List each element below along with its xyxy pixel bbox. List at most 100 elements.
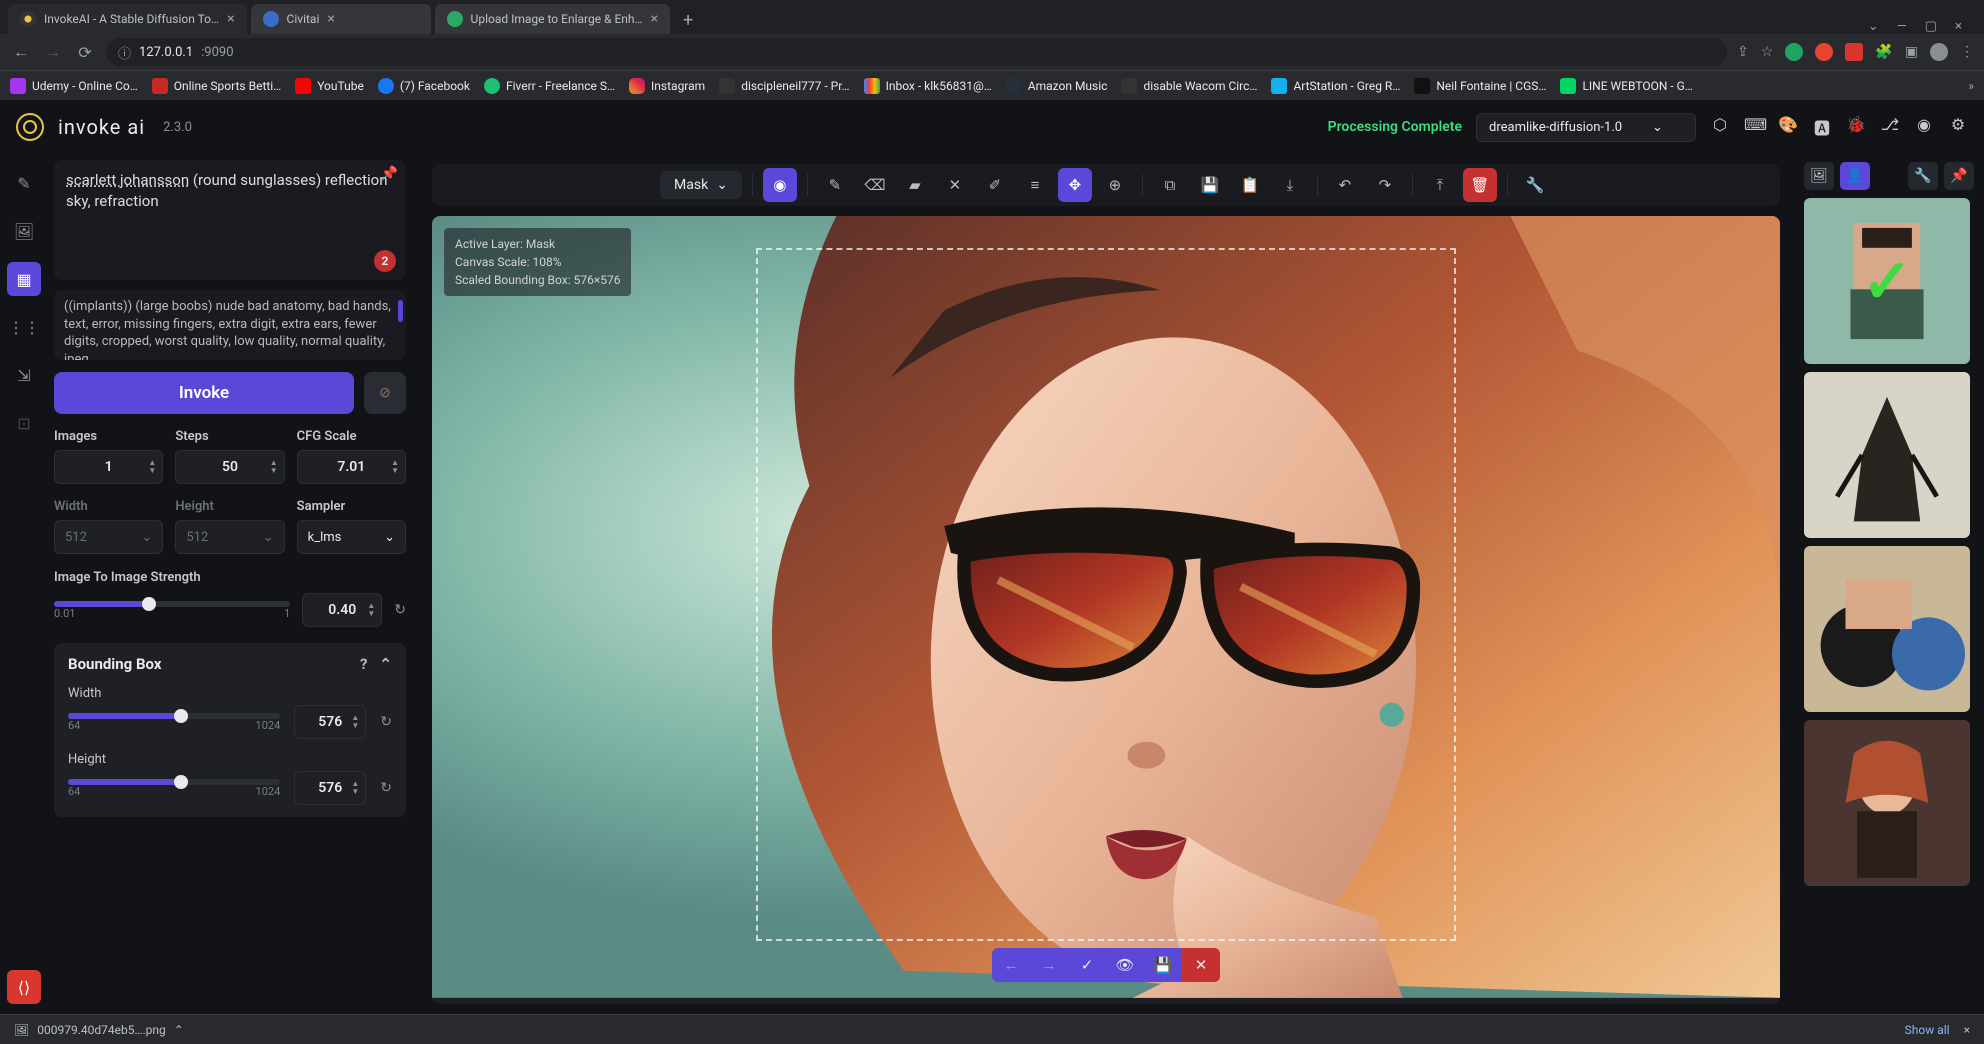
bbox-width-slider[interactable]: [68, 713, 280, 719]
move-icon[interactable]: ✥: [1058, 168, 1092, 202]
wrench-icon[interactable]: 🔧: [1518, 168, 1552, 202]
reset-icon[interactable]: ↻: [380, 714, 392, 730]
browser-tab[interactable]: Civitai ×: [251, 4, 431, 34]
cfg-input[interactable]: 7.01▲▼: [297, 450, 406, 484]
images-input[interactable]: 1▲▼: [54, 450, 163, 484]
rail-img2img-icon[interactable]: 🖼: [7, 214, 41, 248]
language-icon[interactable]: 🅰: [1812, 115, 1832, 139]
width-select[interactable]: 512⌄: [54, 520, 163, 554]
negative-prompt-input[interactable]: ((implants)) (large boobs) nude bad anat…: [54, 290, 406, 360]
show-hide-icon[interactable]: 👁: [1106, 948, 1144, 982]
pin-icon[interactable]: 📌: [381, 166, 398, 182]
mask-options-icon[interactable]: ◉: [763, 168, 797, 202]
bookmark[interactable]: discipleneil777 - Pr…: [719, 78, 849, 94]
copy-icon[interactable]: 📋: [1233, 168, 1267, 202]
img2img-slider[interactable]: [54, 601, 290, 607]
gallery-thumbnail[interactable]: [1804, 372, 1970, 538]
stepper-icon[interactable]: ▲▼: [148, 459, 156, 475]
sidepanel-icon[interactable]: ▣: [1905, 44, 1918, 60]
bbox-height-slider[interactable]: [68, 779, 280, 785]
extension-icon[interactable]: [1785, 43, 1803, 61]
delete-icon[interactable]: 🗑: [1463, 168, 1497, 202]
reset-view-icon[interactable]: ⊕: [1098, 168, 1132, 202]
settings-icon[interactable]: ⚙: [1948, 115, 1968, 139]
gallery-thumbnail[interactable]: ✓: [1804, 198, 1970, 364]
accept-icon[interactable]: ✓: [1068, 948, 1106, 982]
bookmarks-overflow-icon[interactable]: »: [1968, 79, 1974, 93]
bbox-width-input[interactable]: 576▲▼: [294, 705, 366, 739]
colorpicker-icon[interactable]: ✐: [978, 168, 1012, 202]
bookmark[interactable]: Inbox - klk56831@…: [864, 78, 992, 94]
extension-icon[interactable]: [1815, 43, 1833, 61]
gallery-tab-user-icon[interactable]: 👤: [1840, 162, 1870, 190]
close-icon[interactable]: ×: [227, 11, 234, 27]
reset-icon[interactable]: ↻: [394, 602, 406, 618]
show-all-link[interactable]: Show all: [1905, 1023, 1950, 1037]
bookmark[interactable]: YouTube: [295, 78, 364, 94]
close-icon[interactable]: ×: [651, 11, 658, 27]
stepper-icon[interactable]: ▲▼: [351, 714, 359, 730]
next-icon[interactable]: →: [1030, 948, 1068, 982]
keyboard-icon[interactable]: ⌨: [1744, 115, 1764, 139]
bookmark[interactable]: disable Wacom Circ…: [1121, 78, 1257, 94]
help-icon[interactable]: ?: [360, 655, 367, 673]
gallery-pin-icon[interactable]: 📌: [1944, 162, 1974, 190]
browser-tab[interactable]: InvokeAI - A Stable Diffusion To… ×: [8, 4, 247, 34]
layer-select[interactable]: Mask⌄: [660, 171, 742, 199]
settings-lines-icon[interactable]: ≡: [1018, 168, 1052, 202]
save-icon[interactable]: 💾: [1193, 168, 1227, 202]
scrollbar[interactable]: [398, 300, 403, 322]
download-icon[interactable]: ⤓: [1273, 168, 1307, 202]
rail-nodes-icon[interactable]: ⋮⋮: [7, 310, 41, 344]
close-icon[interactable]: ×: [327, 11, 334, 27]
bookmark[interactable]: ArtStation - Greg R…: [1271, 78, 1400, 94]
chevron-down-icon[interactable]: ⌄: [1868, 19, 1879, 34]
back-icon[interactable]: ←: [10, 42, 32, 62]
bug-icon[interactable]: 🐞: [1846, 115, 1866, 139]
height-select[interactable]: 512⌄: [175, 520, 284, 554]
reset-icon[interactable]: ↻: [380, 780, 392, 796]
forward-icon[interactable]: →: [42, 42, 64, 62]
chevron-up-icon[interactable]: ⌃: [174, 1023, 184, 1037]
rail-console-icon[interactable]: ⟨⟩: [7, 970, 41, 1004]
menu-icon[interactable]: ⋮: [1960, 44, 1974, 60]
gallery-tab-images-icon[interactable]: 🖼: [1804, 162, 1834, 190]
steps-input[interactable]: 50▲▼: [175, 450, 284, 484]
rail-canvas-icon[interactable]: ▦: [7, 262, 41, 296]
model-select[interactable]: dreamlike-diffusion-1.0 ⌄: [1476, 113, 1696, 142]
close-icon[interactable]: ×: [1955, 19, 1962, 34]
invoke-button[interactable]: Invoke: [54, 372, 354, 414]
profile-icon[interactable]: [1930, 43, 1948, 61]
gallery-settings-icon[interactable]: 🔧: [1908, 162, 1938, 190]
bookmark[interactable]: Udemy - Online Co…: [10, 78, 138, 94]
stepper-icon[interactable]: ▲▼: [351, 780, 359, 796]
bounding-box-overlay[interactable]: [756, 248, 1457, 941]
clear-icon[interactable]: ✕: [938, 168, 972, 202]
github-icon[interactable]: ⎇: [1880, 115, 1900, 139]
download-item[interactable]: 🖼 000979.40d74eb5….png ⌃: [14, 1023, 184, 1037]
url-input[interactable]: ⓘ 127.0.0.1:9090: [106, 38, 1727, 66]
rail-post-icon[interactable]: ⇲: [7, 358, 41, 392]
upload-icon[interactable]: ⤒: [1423, 168, 1457, 202]
redo-icon[interactable]: ↷: [1368, 168, 1402, 202]
bookmark[interactable]: Instagram: [629, 78, 705, 94]
browser-tab[interactable]: Upload Image to Enlarge & Enh… ×: [435, 4, 671, 34]
sampler-select[interactable]: k_lms⌄: [297, 520, 406, 554]
bookmark[interactable]: Neil Fontaine | CGS…: [1414, 78, 1546, 94]
extension-icon[interactable]: [1845, 43, 1863, 61]
palette-icon[interactable]: 🎨: [1778, 115, 1798, 139]
rail-txt2img-icon[interactable]: ✎: [7, 166, 41, 200]
extensions-icon[interactable]: 🧩: [1875, 44, 1892, 60]
stepper-icon[interactable]: ▲▼: [270, 459, 278, 475]
reload-icon[interactable]: ⟳: [74, 43, 96, 62]
star-icon[interactable]: ☆: [1761, 44, 1774, 60]
img2img-value-input[interactable]: 0.40▲▼: [302, 593, 382, 627]
fill-icon[interactable]: ▰: [898, 168, 932, 202]
brush-icon[interactable]: ✎: [818, 168, 852, 202]
undo-icon[interactable]: ↶: [1328, 168, 1362, 202]
close-icon[interactable]: ×: [1964, 1023, 1970, 1037]
gallery-thumbnail[interactable]: [1804, 546, 1970, 712]
gallery-thumbnail[interactable]: [1804, 720, 1970, 886]
minimize-icon[interactable]: —: [1897, 19, 1907, 34]
bookmark[interactable]: (7) Facebook: [378, 78, 470, 94]
